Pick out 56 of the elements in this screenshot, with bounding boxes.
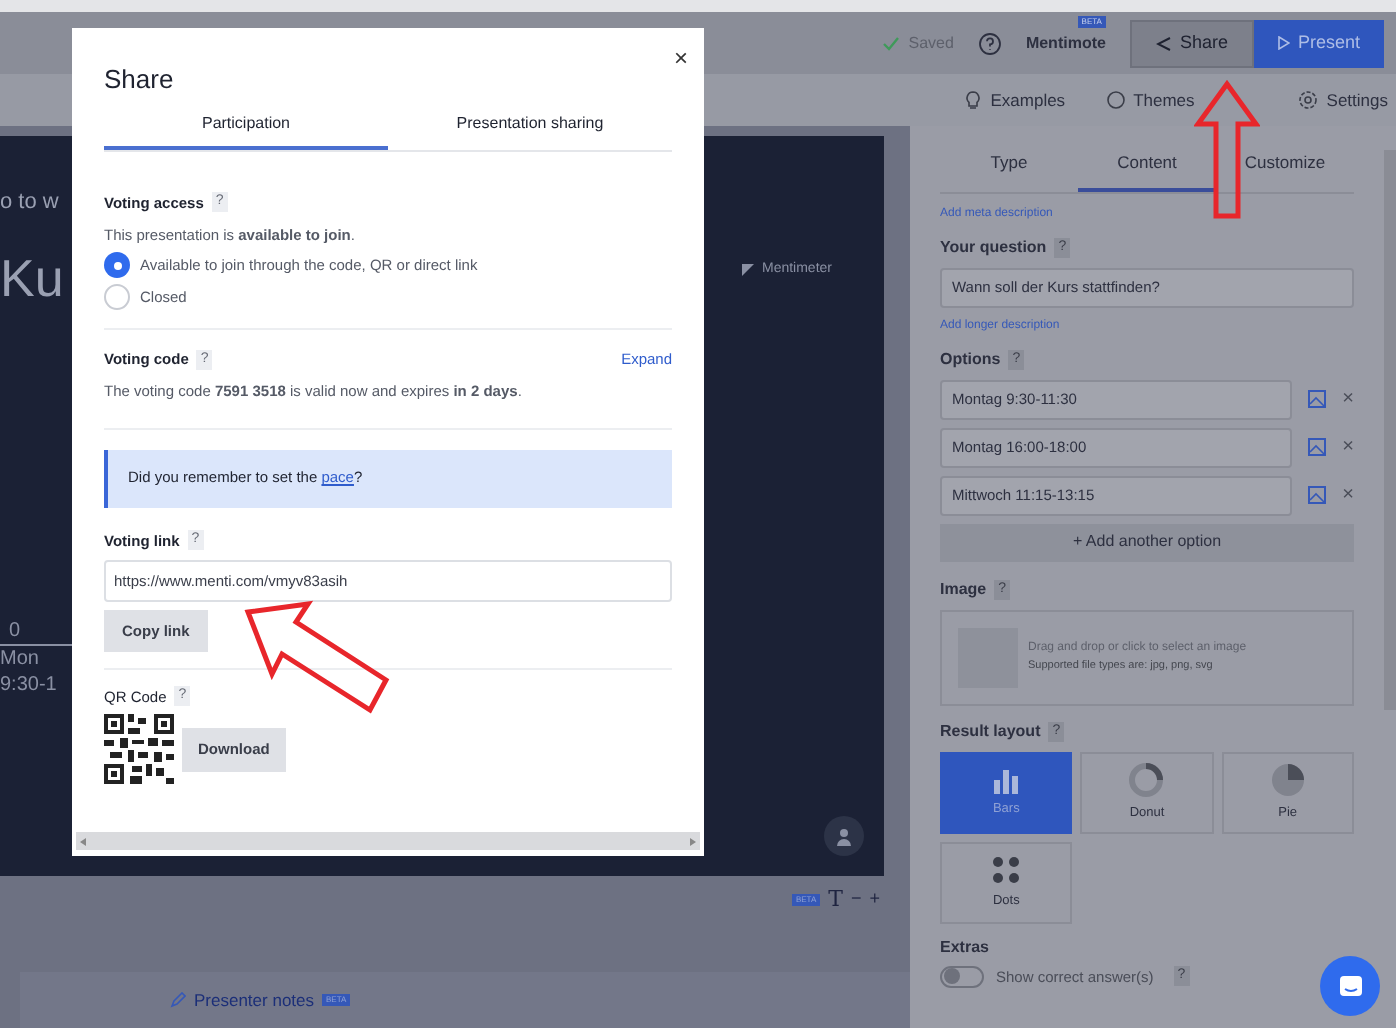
toggle-switch[interactable] bbox=[940, 965, 984, 988]
presenter-notes-link[interactable]: Presenter notes bbox=[194, 987, 315, 1013]
field-label: Options bbox=[940, 347, 1001, 372]
present-button[interactable]: Present bbox=[1253, 19, 1384, 67]
text-size-button[interactable]: T bbox=[828, 883, 843, 917]
pencil-icon bbox=[170, 992, 186, 1008]
image-icon[interactable] bbox=[1308, 486, 1327, 505]
remove-button[interactable]: × bbox=[1342, 480, 1354, 511]
remove-button[interactable]: × bbox=[1342, 384, 1354, 415]
axis-label: 9:30-1 bbox=[0, 671, 59, 697]
add-option-button[interactable]: + Add another option bbox=[940, 523, 1354, 562]
panel-tab[interactable]: Type bbox=[940, 150, 1078, 192]
radio-button[interactable] bbox=[104, 284, 130, 310]
donut-chart-icon bbox=[1128, 761, 1165, 798]
radio-button[interactable] bbox=[104, 252, 130, 278]
logo-icon bbox=[741, 264, 754, 277]
field-label: Your question bbox=[940, 235, 1047, 260]
close-button[interactable]: × bbox=[673, 40, 688, 76]
axis-label: Mon bbox=[0, 645, 41, 671]
dialog-tab[interactable]: Participation bbox=[104, 111, 388, 149]
axis-label: 0 bbox=[8, 617, 22, 643]
audience-button[interactable] bbox=[824, 816, 864, 856]
share-button[interactable]: Share bbox=[1129, 19, 1254, 67]
toolbar-link[interactable]: Settings bbox=[1326, 87, 1388, 113]
toolbar-link[interactable]: Examples bbox=[990, 87, 1066, 113]
bar-chart-icon bbox=[992, 765, 1021, 794]
toolbar-link[interactable]: Themes bbox=[1133, 87, 1195, 113]
remove-button[interactable]: × bbox=[1342, 432, 1354, 463]
slide-title: Ku bbox=[0, 245, 64, 311]
play-icon bbox=[1277, 36, 1290, 50]
check-icon bbox=[882, 35, 901, 51]
decrease-button[interactable]: − bbox=[850, 886, 862, 914]
qr-code-icon bbox=[104, 714, 174, 784]
field-label: Extras bbox=[940, 935, 991, 960]
slide-text: o to w bbox=[0, 188, 61, 218]
scroll-left-icon[interactable] bbox=[80, 837, 86, 845]
settings-icon bbox=[1298, 90, 1319, 110]
dialog-title: Share bbox=[104, 62, 176, 98]
horizontal-scrollbar[interactable] bbox=[76, 832, 700, 850]
help-icon[interactable] bbox=[977, 31, 1002, 55]
dialog-tab[interactable]: Presentation sharing bbox=[388, 111, 672, 149]
app-link[interactable]: Mentimote bbox=[1025, 31, 1106, 55]
share-icon bbox=[1155, 35, 1172, 51]
image-icon[interactable] bbox=[1308, 438, 1327, 457]
panel-tab[interactable]: Customize bbox=[1216, 150, 1354, 192]
chat-icon bbox=[1337, 974, 1363, 998]
field-label: Image bbox=[940, 577, 987, 602]
pie-chart-icon bbox=[1269, 761, 1306, 798]
field-label: Result layout bbox=[940, 719, 1041, 744]
increase-button[interactable]: + bbox=[869, 886, 880, 914]
image-icon[interactable] bbox=[1308, 390, 1327, 409]
dots-icon bbox=[990, 853, 1023, 886]
lightbulb-icon bbox=[964, 90, 983, 110]
person-icon bbox=[836, 827, 852, 845]
scroll-right-icon[interactable] bbox=[690, 837, 696, 845]
panel-tab[interactable]: Content bbox=[1078, 150, 1216, 192]
